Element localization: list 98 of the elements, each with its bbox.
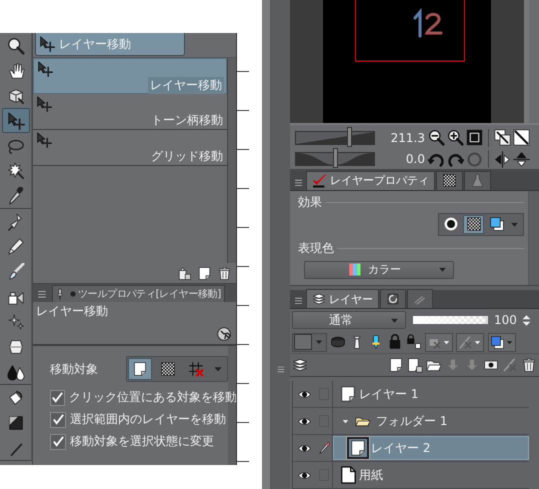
- lock-pixels-icon: [406, 334, 422, 350]
- scrollbar[interactable]: [528, 190, 539, 285]
- slider-thumb[interactable]: [333, 148, 338, 168]
- tone-icon: [160, 361, 176, 377]
- wand-icon: [7, 162, 25, 180]
- flip-vertical-icon: [513, 150, 530, 168]
- sparkle-icon: [7, 312, 25, 330]
- panel-tab[interactable]: [380, 289, 406, 308]
- blend-mode-dropdown[interactable]: 通常: [292, 311, 406, 329]
- opacity-value: 100: [494, 313, 517, 327]
- subtool-group-label: レイヤー移動: [59, 36, 131, 52]
- color-mode-dropdown[interactable]: カラー: [304, 260, 454, 279]
- page-icon: [339, 385, 357, 403]
- subtool-label: レイヤー移動: [148, 77, 224, 94]
- clipboard-icon: [177, 266, 192, 280]
- checkbox[interactable]: [50, 434, 66, 450]
- color-dropdown[interactable]: [292, 332, 327, 352]
- tone-icon: [442, 173, 457, 188]
- reset-icon: [466, 150, 483, 168]
- down-arrow-icon: [464, 357, 480, 373]
- zoom-value: 211.3: [390, 130, 425, 145]
- eraser-icon: [7, 338, 25, 356]
- scrollbar[interactable]: [524, 0, 539, 123]
- checkbox-label: 移動対象を選択状態に変更: [70, 433, 214, 450]
- move-icon: [36, 132, 52, 148]
- page-icon: [388, 357, 404, 373]
- subtool-label: グリッド移動: [150, 148, 224, 165]
- slider-thumb[interactable]: [347, 126, 352, 147]
- move-icon: [39, 36, 55, 52]
- zoom-out-icon: [428, 129, 445, 146]
- rotation-value: 0.0: [404, 152, 425, 166]
- down-arrow-icon: [445, 357, 461, 373]
- checkbox-label: クリック位置にある対象を移動: [69, 389, 237, 406]
- layers-icon: [312, 292, 326, 306]
- move-icon: [37, 61, 53, 77]
- checkmark-icon: [312, 173, 327, 188]
- tone-icon: [466, 216, 482, 232]
- tool-name: レイヤー移動: [36, 303, 109, 320]
- subtool-item[interactable]: レイヤー移動: [33, 58, 227, 94]
- pencil-icon: [7, 238, 25, 256]
- checkbox-label: 選択範囲内のレイヤーを移動: [70, 411, 226, 428]
- page-icon: [197, 266, 212, 280]
- panel-tab[interactable]: レイヤープロパティ: [306, 170, 435, 190]
- trash-icon: [521, 357, 537, 373]
- panel-tab[interactable]: [436, 170, 463, 190]
- move-icon: [36, 96, 52, 112]
- gradient-icon: [7, 414, 25, 432]
- page-icon: [132, 361, 148, 377]
- color-bars-icon: [347, 262, 362, 278]
- clip-icon: [330, 334, 346, 350]
- checkbox[interactable]: [50, 412, 66, 428]
- pen-icon: [7, 212, 25, 230]
- brush-icon: [7, 262, 25, 280]
- drops-icon: [7, 362, 25, 380]
- effect-button[interactable]: [463, 214, 484, 234]
- checkbox[interactable]: [50, 390, 65, 406]
- section-label: 効果: [298, 194, 322, 211]
- ruler-icon: [458, 334, 473, 350]
- eyedropper-icon: [7, 186, 25, 204]
- tab-label: ツールプロパティ[レイヤー移動]: [78, 288, 222, 301]
- color-square-icon: [490, 334, 505, 350]
- subtool-group-tab[interactable]: レイヤー移動: [35, 33, 185, 56]
- section-label: 表現色: [298, 240, 334, 257]
- mask-dropdown[interactable]: [425, 332, 453, 352]
- tool-property-tab[interactable]: ツールプロパティ[レイヤー移動]: [52, 285, 226, 302]
- cube-icon: [7, 86, 25, 104]
- layer-item[interactable]: レイヤー 2: [333, 436, 529, 460]
- ruler-icon: [502, 357, 518, 373]
- layers-icon: [292, 357, 308, 373]
- flask-icon: [470, 173, 485, 188]
- setting-label: 移動対象: [50, 360, 98, 378]
- subtool-label: トーン柄移動: [150, 112, 224, 129]
- subtool-item[interactable]: グリッド移動: [33, 130, 227, 166]
- target-option-button[interactable]: [128, 358, 152, 380]
- grid-icon: [188, 361, 204, 377]
- move-icon: [7, 112, 25, 130]
- hand-icon: [7, 62, 25, 80]
- page-icon: [349, 439, 367, 457]
- layer-item[interactable]: フォルダー 1: [333, 408, 529, 434]
- diagonal-icon: [513, 129, 530, 146]
- zoom-in-icon: [447, 129, 464, 146]
- panel-tab[interactable]: レイヤー: [306, 289, 379, 308]
- subtool-item[interactable]: トーン柄移動: [33, 94, 227, 130]
- zoom-icon: [7, 36, 25, 54]
- color-square-icon: [488, 216, 504, 232]
- trash-icon: [217, 266, 232, 280]
- square-icon: [466, 129, 483, 146]
- lock-icon: [387, 334, 403, 350]
- ring-icon: [442, 216, 458, 232]
- fit-window-icon: [494, 129, 511, 146]
- layer-item[interactable]: 用紙: [333, 462, 529, 488]
- layer-color-dropdown[interactable]: [488, 332, 516, 352]
- layer-item[interactable]: レイヤー 1: [333, 381, 529, 407]
- paper-icon: [339, 466, 357, 484]
- pen-icon: [316, 441, 330, 455]
- scrollbar[interactable]: [228, 58, 236, 263]
- vector-page-icon: [407, 357, 423, 373]
- bucket-icon: [7, 388, 25, 406]
